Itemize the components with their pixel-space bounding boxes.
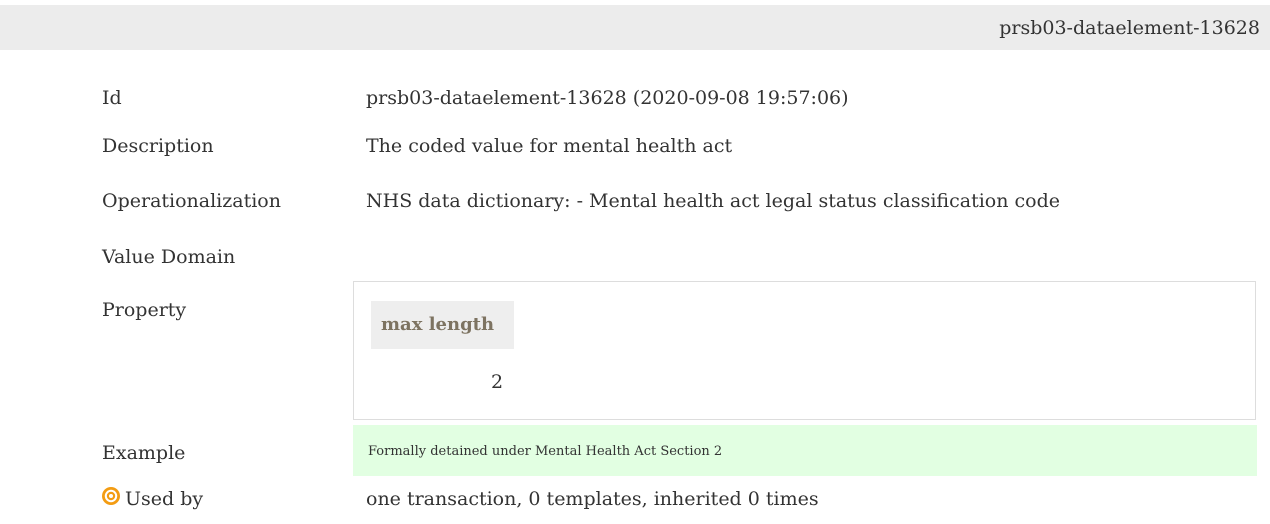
property-label: Property bbox=[102, 299, 187, 321]
property-value: 2 bbox=[491, 371, 504, 393]
operationalization-value: NHS data dictionary: - Mental health act… bbox=[366, 190, 1060, 212]
example-text: Formally detained under Mental Health Ac… bbox=[368, 444, 723, 459]
used-by-value: one transaction, 0 templates, inherited … bbox=[366, 488, 819, 510]
target-icon bbox=[101, 486, 121, 506]
page-title: prsb03-dataelement-13628 bbox=[999, 17, 1260, 39]
header-bar: prsb03-dataelement-13628 bbox=[0, 5, 1270, 50]
operationalization-label: Operationalization bbox=[102, 190, 281, 212]
id-value: prsb03-dataelement-13628 (2020-09-08 19:… bbox=[366, 87, 849, 109]
example-label: Example bbox=[102, 442, 186, 464]
example-box: Formally detained under Mental Health Ac… bbox=[353, 425, 1257, 476]
used-by-label: Used by bbox=[125, 488, 204, 510]
property-header-text: max length bbox=[381, 314, 495, 335]
property-column-header: max length bbox=[371, 301, 514, 349]
property-table: max length 2 bbox=[353, 281, 1256, 420]
value-domain-label: Value Domain bbox=[102, 246, 236, 268]
description-value: The coded value for mental health act bbox=[366, 135, 733, 157]
id-label: Id bbox=[102, 87, 122, 109]
description-label: Description bbox=[102, 135, 214, 157]
